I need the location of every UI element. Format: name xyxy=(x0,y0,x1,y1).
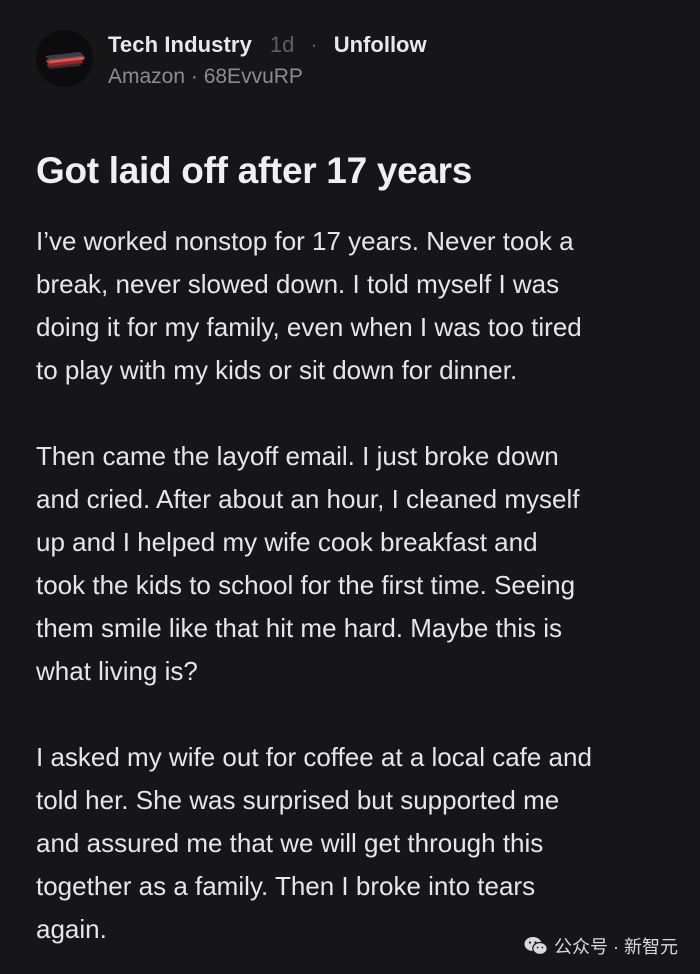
author-subline[interactable]: Amazon · 68EvvuRP xyxy=(108,64,427,90)
post-meta: Tech Industry 1d · Unfollow Amazon · 68E… xyxy=(108,30,427,90)
watermark-text: 公众号 · 新智元 xyxy=(554,937,678,957)
body-line: together as a family. Then I broke into … xyxy=(36,871,536,901)
unfollow-button[interactable]: Unfollow xyxy=(334,32,427,58)
community-avatar[interactable] xyxy=(36,30,93,87)
meta-separator: · xyxy=(310,32,318,57)
body-line: break, never slowed down. I told myself … xyxy=(36,269,560,299)
body-line: took the kids to school for the first ti… xyxy=(36,570,576,600)
body-line: doing it for my family, even when I was … xyxy=(36,312,582,342)
body-line: and cried. After about an hour, I cleane… xyxy=(36,484,580,514)
body-line: told her. She was surprised but supporte… xyxy=(36,785,560,815)
laptop-logo-icon xyxy=(36,30,93,87)
body-line: to play with my kids or sit down for din… xyxy=(36,355,518,385)
watermark: 公众号 · 新智元 xyxy=(524,933,678,959)
community-name[interactable]: Tech Industry xyxy=(108,32,252,58)
post-body: I’ve worked nonstop for 17 years. Never … xyxy=(36,220,676,951)
post-age: 1d xyxy=(269,32,295,57)
body-line: and assured me that we will get through … xyxy=(36,828,544,858)
body-line: what living is? xyxy=(36,656,198,686)
body-line: I asked my wife out for coffee at a loca… xyxy=(36,742,592,772)
body-line: up and I helped my wife cook breakfast a… xyxy=(36,527,538,557)
wechat-icon xyxy=(524,937,548,956)
post-header: Tech Industry 1d · Unfollow Amazon · 68E… xyxy=(36,30,427,90)
body-line: them smile like that hit me hard. Maybe … xyxy=(36,613,562,643)
body-line: I’ve worked nonstop for 17 years. Never … xyxy=(36,226,574,256)
post-title: Got laid off after 17 years xyxy=(36,150,473,191)
body-line: Then came the layoff email. I just broke… xyxy=(36,441,559,471)
